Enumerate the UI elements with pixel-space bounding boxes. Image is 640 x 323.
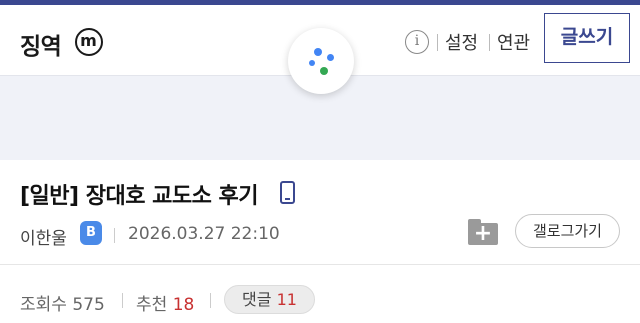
comment-label: 댓글 xyxy=(242,290,272,309)
header-divider xyxy=(489,34,490,51)
loading-spinner xyxy=(288,28,354,94)
settings-link[interactable]: 설정 xyxy=(445,29,478,55)
meta-divider xyxy=(114,228,115,243)
minor-gallery-icon-letter: m xyxy=(80,31,97,50)
spinner-dot xyxy=(314,48,322,56)
recommend-value: 18 xyxy=(172,295,195,315)
header-divider xyxy=(437,34,438,51)
post-date: 2026.03.27 22:10 xyxy=(128,224,280,244)
gallery-title[interactable]: 징역 xyxy=(20,27,62,61)
user-grade-icon: B xyxy=(80,221,102,245)
section-divider xyxy=(0,264,640,265)
post-title: [일반] 장대호 교도소 후기 xyxy=(20,184,259,209)
write-button[interactable]: 글쓰기 xyxy=(544,13,630,63)
spinner-dot xyxy=(327,54,334,61)
view-count-value: 575 xyxy=(72,295,105,315)
mobile-post-icon xyxy=(280,181,295,204)
comment-count-button[interactable]: 댓글 11 xyxy=(224,285,315,314)
info-icon[interactable]: i xyxy=(405,30,429,54)
related-link[interactable]: 연관 xyxy=(497,29,530,55)
spinner-dot xyxy=(309,60,315,66)
view-count: 조회수 575 xyxy=(20,290,105,315)
stat-divider xyxy=(122,293,123,308)
folder-add-icon[interactable]: + xyxy=(468,219,498,245)
view-count-label: 조회수 xyxy=(20,295,67,315)
spinner-dot xyxy=(320,67,328,75)
stat-divider xyxy=(210,293,211,308)
recommend-label: 추천 xyxy=(136,295,168,315)
comment-value: 11 xyxy=(276,290,297,309)
post-author[interactable]: 이한울 xyxy=(20,224,67,249)
gallog-button[interactable]: 갤로그가기 xyxy=(515,214,620,248)
recommend-count: 추천 18 xyxy=(136,290,194,315)
minor-gallery-icon: m xyxy=(75,28,103,56)
